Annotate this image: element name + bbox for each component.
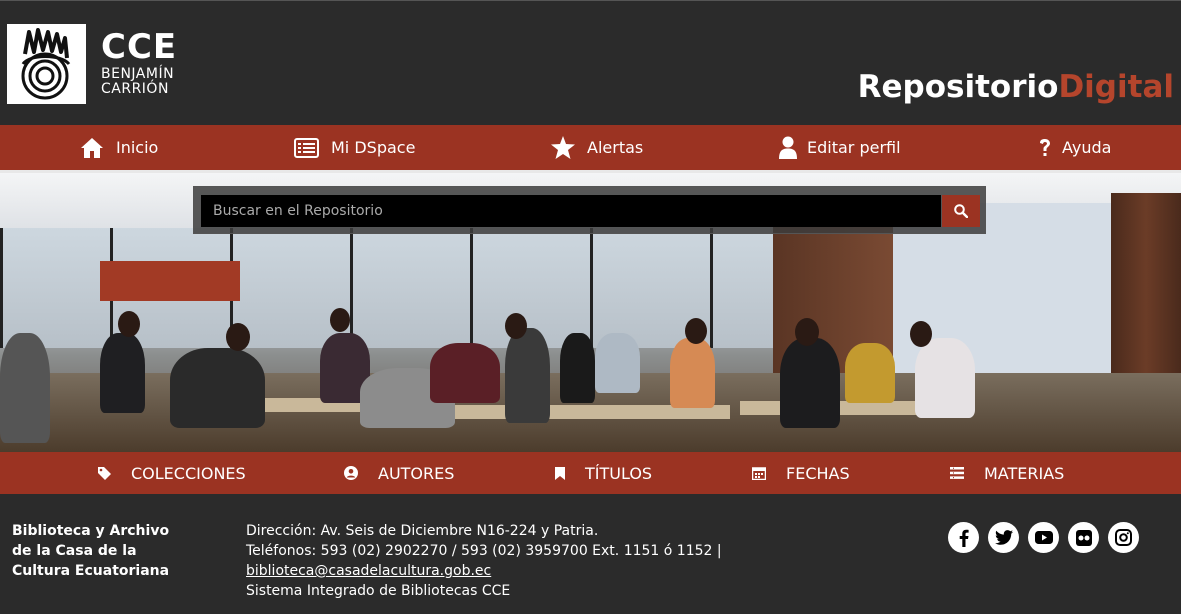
- title-part-1: Repositorio: [857, 69, 1059, 105]
- browse-label: FECHAS: [786, 463, 850, 483]
- tag-icon: [98, 466, 111, 480]
- search-bar: [193, 186, 986, 234]
- browse-label: COLECCIONES: [131, 463, 246, 483]
- nav-label: Editar perfil: [807, 138, 901, 157]
- org-line-2: de la Casa de la: [12, 543, 137, 559]
- search-icon: [954, 204, 968, 218]
- nav-label: Alertas: [587, 138, 644, 157]
- browse-colecciones[interactable]: COLECCIONES: [98, 452, 246, 494]
- flickr-icon: [1075, 529, 1092, 546]
- nav-label: Inicio: [116, 138, 159, 157]
- title-part-2: Digital: [1058, 69, 1174, 105]
- list-card-icon: [294, 137, 319, 158]
- org-line-1: Biblioteca y Archivo: [12, 523, 170, 539]
- repository-title: RepositorioDigital: [858, 67, 1174, 107]
- nav-item-ayuda[interactable]: Ayuda: [1038, 125, 1111, 170]
- footer-contact: Dirección: Av. Seis de Diciembre N16-224…: [246, 521, 722, 601]
- browse-materias[interactable]: MATERIAS: [950, 452, 1064, 494]
- logo-line-1: BENJAMÍN: [101, 66, 175, 82]
- instagram-link[interactable]: [1108, 522, 1139, 553]
- cce-logo-icon[interactable]: [7, 24, 86, 104]
- user-icon: [779, 136, 797, 159]
- search-input[interactable]: [201, 195, 941, 227]
- flickr-link[interactable]: [1068, 522, 1099, 553]
- bookmark-icon: [555, 466, 565, 480]
- browse-label: TÍTULOS: [585, 463, 653, 483]
- footer-email-link[interactable]: biblioteca@casadelacultura.gob.ec: [246, 561, 722, 581]
- facebook-link[interactable]: [948, 522, 979, 553]
- browse-label: MATERIAS: [984, 463, 1065, 483]
- twitter-icon: [994, 530, 1013, 545]
- nav-label: Mi DSpace: [331, 138, 416, 157]
- browse-label: AUTORES: [378, 463, 455, 483]
- org-line-3: Cultura Ecuatoriana: [12, 563, 170, 579]
- logo-line-2: CARRIÓN: [101, 81, 169, 97]
- question-icon: [1040, 138, 1050, 156]
- star-icon: [551, 136, 575, 159]
- calendar-icon: [752, 467, 766, 480]
- footer-system: Sistema Integrado de Bibliotecas CCE: [246, 583, 511, 599]
- twitter-link[interactable]: [988, 522, 1019, 553]
- browse-autores[interactable]: AUTORES: [344, 452, 454, 494]
- nav-item-alertas[interactable]: Alertas: [551, 125, 643, 170]
- site-header: CCE BENJAMÍN CARRIÓN RepositorioDigital: [0, 0, 1181, 125]
- nav-label: Ayuda: [1062, 138, 1112, 157]
- site-footer: Biblioteca y Archivo de la Casa de la Cu…: [0, 494, 1181, 614]
- logo-text: CCE BENJAMÍN CARRIÓN: [101, 27, 177, 97]
- facebook-icon: [959, 529, 969, 547]
- footer-organization: Biblioteca y Archivo de la Casa de la Cu…: [12, 521, 212, 581]
- footer-phones: Teléfonos: 593 (02) 2902270 / 593 (02) 3…: [246, 543, 722, 559]
- instagram-icon: [1115, 529, 1132, 546]
- logo-cce-text: CCE: [101, 27, 178, 67]
- youtube-icon: [1034, 531, 1053, 544]
- user-circle-icon: [344, 466, 358, 480]
- home-icon: [81, 137, 103, 158]
- nav-item-mi-dspace[interactable]: Mi DSpace: [294, 125, 415, 170]
- nav-item-editar-perfil[interactable]: Editar perfil: [779, 125, 901, 170]
- footer-address: Dirección: Av. Seis de Diciembre N16-224…: [246, 523, 599, 539]
- nav-item-inicio[interactable]: Inicio: [80, 125, 158, 170]
- browse-fechas[interactable]: FECHAS: [752, 452, 850, 494]
- browse-titulos[interactable]: TÍTULOS: [555, 452, 652, 494]
- browse-bar: COLECCIONES AUTORES TÍTULOS FECHAS MATER…: [0, 452, 1181, 494]
- list-icon: [950, 467, 964, 479]
- search-button[interactable]: [942, 195, 980, 227]
- main-nav: Inicio Mi DSpace Alertas Editar perfil A…: [0, 125, 1181, 170]
- youtube-link[interactable]: [1028, 522, 1059, 553]
